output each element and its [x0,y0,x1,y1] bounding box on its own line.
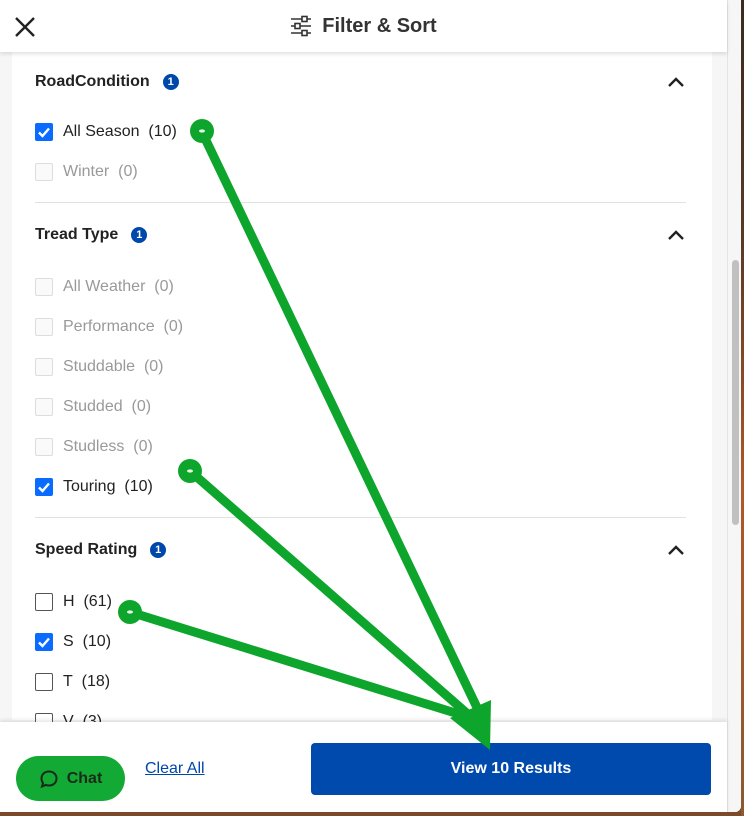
section-header[interactable]: Speed Rating 1 [35,518,686,582]
scrollbar-thumb[interactable] [732,260,739,525]
filter-option-studded: Studded (0) [35,387,686,427]
filter-option-t[interactable]: T (18) [35,662,686,702]
view-results-button[interactable]: View 10 Results [311,743,711,795]
chevron-up-icon[interactable] [666,542,686,558]
filter-section-speed-rating: Speed Rating 1 H (61) S (10) T (18) V (3… [35,518,686,742]
page-title: Filter & Sort [322,14,437,37]
option-label: All Season [63,123,140,140]
option-count: (18) [81,673,111,690]
filter-section-road-condition: RoadCondition 1 All Season (10) Winter (… [35,52,686,203]
option-label: S [63,633,74,650]
chat-label: Chat [66,769,103,787]
chat-bubble-icon [40,769,58,788]
checkbox-disabled [35,438,53,456]
checkmark-icon [38,637,50,648]
filter-section-tread-type: Tread Type 1 All Weather (0) Performance… [35,203,686,518]
option-count: (0) [154,278,174,295]
option-count: (0) [163,318,184,335]
checkbox-disabled [35,163,53,181]
section-title: Speed Rating [35,541,138,558]
checkbox-checked[interactable] [35,123,53,141]
checkbox-disabled [35,398,53,416]
option-count: (10) [124,478,153,495]
checkbox-disabled [35,278,53,296]
option-label: All Weather [63,278,146,295]
option-label: Winter [63,163,110,180]
panel-footer: Chat Clear All View 10 Results [0,722,727,812]
option-count: (0) [133,438,153,455]
checkbox-checked[interactable] [35,478,53,496]
option-count: (61) [83,593,112,610]
selected-count-badge: 1 [150,542,167,558]
option-label: Studless [63,438,125,455]
option-count: (0) [143,358,164,375]
clear-all-link[interactable]: Clear All [145,760,205,778]
option-label: Touring [63,478,116,495]
chat-button[interactable]: Chat [16,756,125,801]
checkbox-unchecked[interactable] [35,593,53,611]
filter-list: RoadCondition 1 All Season (10) Winter (… [12,52,712,731]
filter-option-touring[interactable]: Touring (10) [35,467,686,507]
filter-option-h[interactable]: H (61) [35,582,686,622]
option-label: H [63,593,75,610]
option-label: T [63,673,73,690]
filter-sort-panel: Filter & Sort RoadCondition 1 All Season… [0,0,741,812]
section-header[interactable]: Tread Type 1 [35,203,686,267]
checkbox-checked[interactable] [35,633,53,651]
filter-option-all-weather: All Weather (0) [35,267,686,307]
filter-option-s[interactable]: S (10) [35,622,686,662]
option-count: (10) [148,123,177,140]
filter-option-studless: Studless (0) [35,427,686,467]
section-title: RoadCondition [35,73,150,90]
filter-option-performance: Performance (0) [35,307,686,347]
section-title: Tread Type [35,226,119,243]
checkbox-disabled [35,358,53,376]
checkmark-icon [38,127,50,138]
checkmark-icon [38,482,50,493]
selected-count-badge: 1 [162,74,179,90]
option-label: Studdable [63,358,136,375]
selected-count-badge: 1 [131,227,148,243]
option-label: Studded [63,398,123,415]
option-count: (0) [118,163,138,180]
view-results-label: View 10 Results [450,760,572,777]
chevron-up-icon[interactable] [666,227,686,243]
scrollbar-track[interactable] [727,0,741,812]
checkbox-disabled [35,318,53,336]
panel-header: Filter & Sort [0,0,727,52]
filter-option-winter: Winter (0) [35,152,686,192]
option-label: Performance [63,318,155,335]
section-header[interactable]: RoadCondition 1 [35,52,686,112]
filter-option-all-season[interactable]: All Season (10) [35,112,686,152]
sliders-icon [291,15,312,37]
option-count: (10) [82,633,112,650]
checkbox-unchecked[interactable] [35,673,53,691]
filter-option-studdable: Studdable (0) [35,347,686,387]
chevron-up-icon[interactable] [666,74,686,90]
option-count: (0) [131,398,152,415]
